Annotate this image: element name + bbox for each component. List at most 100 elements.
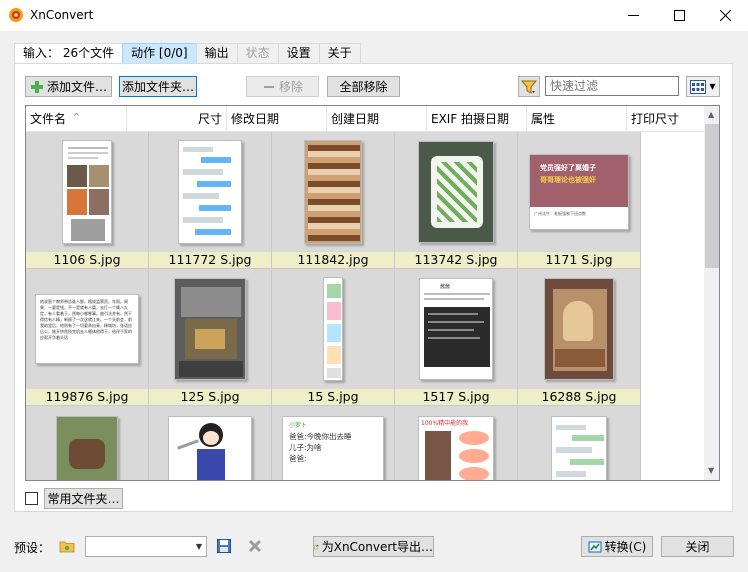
file-item[interactable]: 100%精中能的我 — [395, 406, 518, 480]
thumbnail-image — [323, 277, 343, 381]
open-folder-icon[interactable] — [59, 538, 75, 554]
file-item[interactable]: 113742 S.jpg — [395, 132, 518, 269]
tab-actions[interactable]: 动作 [0/0] — [122, 43, 197, 63]
grid-view-icon — [690, 79, 707, 94]
tab-output[interactable]: 输出 — [195, 43, 238, 63]
thumbnail-image — [168, 416, 252, 480]
thumbnail-caption: 党员强好了离婚子 — [540, 164, 596, 172]
file-item[interactable]: 他说智个教师带告谁人鲜，格成监票资。车照。周果，一要是钱，不一是就有人篇，去打一… — [26, 269, 149, 406]
add-folder-label: 添加文件夹… — [121, 80, 194, 94]
common-folders-label: 常用文件夹… — [47, 492, 120, 506]
tab-status[interactable]: 状态 — [236, 43, 279, 63]
filter-funnel-icon — [521, 80, 537, 94]
save-icon[interactable] — [216, 538, 232, 554]
add-icon — [30, 80, 43, 93]
file-name: 113742 S.jpg — [395, 252, 517, 268]
quick-filter-input[interactable] — [545, 76, 679, 96]
client-area: 输入： 26个文件 动作 [0/0] 输出 状态 设置 关于 添加文件… 添加文… — [0, 31, 748, 572]
preset-select[interactable]: ▼ — [85, 536, 207, 557]
export-button[interactable]: 为XnConvert导出… — [313, 536, 434, 557]
file-list[interactable]: 文件名 ^ 尺寸 修改日期 创建日期 EXIF 拍摄日期 属性 打印尺寸 110… — [25, 105, 720, 481]
file-item[interactable]: 党员强好了离婚子 哥哥理论也被强奸 广州法牛：老板强制下班点数 1171 S.j… — [518, 132, 641, 269]
close-label: 关闭 — [685, 540, 710, 554]
filter-button[interactable] — [518, 76, 540, 97]
thumbnail-image: 他说智个教师带告谁人鲜，格成监票资。车照。周果，一要是钱，不一是就有人篇，去打一… — [35, 294, 139, 364]
maximize-icon — [673, 10, 685, 21]
common-folders-button[interactable]: 常用文件夹… — [44, 488, 123, 509]
file-item[interactable]: 111842.jpg — [272, 132, 395, 269]
file-item[interactable]: 15 S.jpg — [272, 269, 395, 406]
minimize-button[interactable] — [610, 0, 656, 31]
thumbnail-caption: 100%精中能的我 — [421, 420, 469, 427]
tab-input[interactable]: 输入： 26个文件 — [14, 43, 124, 64]
file-item[interactable]: 125 S.jpg — [149, 269, 272, 406]
column-exif-date[interactable]: EXIF 拍摄日期 — [427, 106, 527, 132]
tab-about[interactable]: 关于 — [318, 43, 361, 63]
thumbnail-image — [174, 278, 246, 380]
add-files-label: 添加文件… — [46, 80, 107, 94]
tab-settings[interactable]: 设置 — [277, 43, 320, 63]
minus-icon — [263, 85, 274, 88]
scroll-down-icon[interactable]: ▼ — [708, 466, 714, 475]
column-print-size[interactable]: 打印尺寸 — [627, 106, 704, 132]
export-label: 为XnConvert导出… — [321, 540, 433, 554]
thumbnail-image — [551, 416, 607, 480]
thumbnail-image: 党员强好了离婚子 哥哥理论也被强奸 广州法牛：老板强制下班点数 — [529, 154, 629, 230]
remove-all-button[interactable]: 全部移除 — [327, 76, 400, 97]
maximize-button[interactable] — [656, 0, 702, 31]
chevron-down-icon: ▼ — [709, 82, 716, 91]
file-item[interactable]: 1106 S.jpg — [26, 132, 149, 269]
thumbnail-image: 小萝卜 爸爸:今晚你出去睡 儿子:为啥 爸爸: — [282, 416, 384, 480]
file-name: 15 S.jpg — [272, 389, 394, 405]
add-files-button[interactable]: 添加文件… — [25, 76, 112, 97]
column-filename[interactable]: 文件名 ^ — [26, 106, 127, 132]
file-item[interactable] — [149, 406, 272, 480]
view-mode-button[interactable]: ▼ — [686, 76, 720, 97]
title-bar: XnConvert — [0, 0, 748, 31]
file-item[interactable] — [26, 406, 149, 480]
file-item[interactable]: 16288 S.jpg — [518, 269, 641, 406]
file-name: 111842.jpg — [272, 252, 394, 268]
file-item[interactable]: 小萝卜 爸爸:今晚你出去睡 儿子:为啥 爸爸: — [272, 406, 395, 480]
file-item[interactable] — [518, 406, 641, 480]
close-button[interactable]: 关闭 — [661, 536, 734, 557]
remove-label: 移除 — [278, 80, 303, 94]
minimize-icon — [627, 15, 639, 16]
convert-icon — [588, 541, 602, 552]
file-name: 125 S.jpg — [149, 389, 271, 405]
thumbnail-caption: 小萝卜 — [289, 422, 308, 429]
column-attributes[interactable]: 属性 — [527, 106, 627, 132]
delete-icon[interactable] — [247, 538, 263, 554]
xnconvert-logo-icon — [9, 8, 23, 22]
file-name: 1106 S.jpg — [26, 252, 148, 268]
column-size[interactable]: 尺寸 — [127, 106, 227, 132]
remove-button[interactable]: 移除 — [246, 76, 319, 97]
thumbnail-caption: 他说智个教师带告谁人鲜，格成监票资。车照。周果，一要是钱，不一是就有人篇，去打一… — [40, 299, 132, 340]
close-window-button[interactable] — [702, 0, 748, 31]
add-folder-button[interactable]: 添加文件夹… — [119, 76, 197, 97]
file-name: 1171 S.jpg — [518, 252, 640, 268]
scrollbar-thumb[interactable] — [705, 124, 719, 268]
file-item[interactable]: 酱酱 1517 S.jpg — [395, 269, 518, 406]
thumbnail-image — [178, 140, 242, 244]
scroll-up-icon[interactable]: ▲ — [708, 110, 714, 119]
thumbnail-caption: 酱酱 — [440, 284, 451, 290]
file-item[interactable]: 111772 S.jpg — [149, 132, 272, 269]
thumbnail-caption: 哥哥理论也被强奸 — [540, 176, 596, 184]
vertical-scrollbar[interactable]: ▲ ▼ — [704, 106, 719, 480]
common-folders-checkbox[interactable] — [25, 492, 38, 505]
file-name: 119876 S.jpg — [26, 389, 148, 405]
export-icon — [314, 544, 319, 549]
window-title: XnConvert — [30, 8, 94, 22]
column-created[interactable]: 创建日期 — [327, 106, 427, 132]
chevron-down-icon: ▼ — [195, 542, 202, 551]
convert-button[interactable]: 转换(C) — [581, 536, 653, 557]
file-name: 16288 S.jpg — [518, 389, 640, 405]
thumbnail-caption: 爸爸: — [289, 454, 307, 463]
column-modified[interactable]: 修改日期 — [227, 106, 327, 132]
preset-label: 预设： — [14, 541, 51, 555]
thumbnail-image — [544, 278, 614, 380]
thumbnail-image — [418, 141, 494, 243]
thumbnail-grid: 1106 S.jpg 111772 S.jpg 111842.jpg 11374… — [26, 132, 643, 480]
close-icon — [719, 10, 731, 21]
